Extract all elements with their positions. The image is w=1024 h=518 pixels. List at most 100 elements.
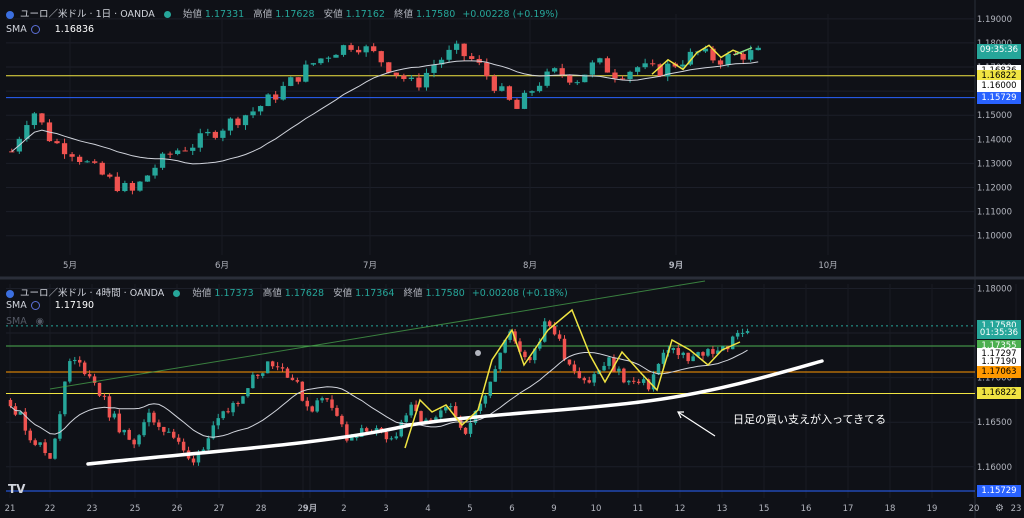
candle-body bbox=[137, 435, 141, 445]
indicator-icon bbox=[30, 25, 40, 34]
candle-body bbox=[61, 143, 68, 155]
candle-body bbox=[371, 46, 377, 52]
candle-body bbox=[740, 53, 746, 60]
candle-body bbox=[386, 62, 392, 73]
candle-body bbox=[235, 118, 241, 126]
candle-body bbox=[622, 368, 626, 383]
candle-body bbox=[97, 382, 102, 396]
candle-body bbox=[31, 113, 38, 126]
candle-body bbox=[77, 359, 82, 363]
candle-body bbox=[559, 68, 565, 76]
candle-body bbox=[290, 377, 295, 381]
candle-body bbox=[364, 428, 369, 432]
settings-gear-icon[interactable]: ⚙ bbox=[995, 503, 1004, 514]
x-tick-label: 16 bbox=[801, 504, 812, 514]
x-tick-label: 28 bbox=[256, 504, 267, 514]
x-tick-label: 2 bbox=[341, 504, 346, 514]
candle-body bbox=[686, 352, 690, 362]
x-tick-label: 26 bbox=[172, 504, 183, 514]
close-label: 終値 bbox=[403, 288, 423, 299]
y-tick-label: 1.15000 bbox=[977, 111, 1012, 121]
candle-body bbox=[261, 373, 265, 376]
candle-body bbox=[182, 150, 188, 152]
candle-body bbox=[43, 442, 47, 454]
high-value: 1.17628 bbox=[284, 288, 325, 299]
bottom-sma-legend[interactable]: SMA 1.17190 bbox=[6, 300, 94, 311]
x-tick-label: 4 bbox=[425, 504, 430, 514]
candle-body bbox=[691, 356, 695, 362]
y-tick-label: 1.10000 bbox=[977, 232, 1012, 242]
candle-body bbox=[191, 458, 196, 463]
candle-body bbox=[340, 45, 347, 55]
candle-body bbox=[634, 67, 641, 72]
candle-body bbox=[330, 399, 334, 408]
y-tick-label: 1.18000 bbox=[977, 284, 1012, 294]
indicator-icon bbox=[30, 301, 40, 310]
candle-body bbox=[335, 407, 339, 416]
candle-body bbox=[176, 437, 181, 442]
candle-body bbox=[582, 378, 587, 381]
x-tick-label: 11 bbox=[633, 504, 644, 514]
candle-body bbox=[152, 167, 158, 176]
candle-body bbox=[159, 153, 166, 168]
candle-body bbox=[544, 71, 550, 86]
candle-body bbox=[641, 379, 646, 383]
x-tick-label: 25 bbox=[130, 504, 141, 514]
candle-body bbox=[748, 50, 754, 60]
eye-hidden-icon[interactable]: ◉ bbox=[36, 316, 44, 327]
candle-body bbox=[99, 162, 105, 175]
candle-body bbox=[701, 352, 705, 356]
candle-body bbox=[318, 58, 324, 64]
candle-body bbox=[642, 63, 648, 68]
candle-body bbox=[572, 364, 577, 372]
candle-body bbox=[197, 133, 203, 148]
candle-body bbox=[58, 414, 62, 439]
candle-body bbox=[431, 64, 437, 73]
close-value: 1.17580 bbox=[425, 288, 465, 299]
chart-canvas[interactable]: 1.190001.180001.170001.160001.150001.140… bbox=[0, 0, 1024, 518]
sma2-label: SMA bbox=[6, 316, 27, 327]
candle-body bbox=[355, 49, 362, 53]
chart-screen: 1.190001.180001.170001.160001.150001.140… bbox=[0, 0, 1024, 518]
x-tick-label: 13 bbox=[717, 504, 728, 514]
candle-body bbox=[340, 415, 344, 425]
candle-body bbox=[350, 437, 354, 441]
candle-body bbox=[167, 153, 173, 155]
candle-body bbox=[122, 429, 126, 433]
candle-body bbox=[227, 118, 234, 131]
candle-body bbox=[461, 43, 467, 57]
bottom-symbol[interactable]: ユーロ／米ドル · 4時間 · OANDA bbox=[20, 288, 164, 299]
candle-body bbox=[114, 176, 120, 192]
candle-body bbox=[389, 438, 394, 440]
candle-body bbox=[636, 381, 641, 383]
candle-body bbox=[542, 321, 547, 342]
candle-body bbox=[453, 43, 460, 50]
candle-body bbox=[725, 53, 731, 65]
candle-body bbox=[295, 380, 300, 382]
top-symbol[interactable]: ユーロ／米ドル · 1日 · OANDA bbox=[20, 9, 155, 20]
candle-body bbox=[73, 359, 77, 362]
candle-body bbox=[597, 58, 603, 63]
sma-value: 1.17190 bbox=[54, 300, 95, 311]
bottom-sma2-legend[interactable]: SMA ◉ bbox=[6, 316, 44, 327]
change-value: +0.00228 (+0.19%) bbox=[462, 9, 559, 20]
candle-body bbox=[745, 331, 750, 333]
x-tick-label: 10月 bbox=[818, 261, 837, 271]
candle-body bbox=[552, 68, 558, 72]
y-tick-label: 1.19000 bbox=[977, 15, 1012, 25]
candle-body bbox=[393, 72, 399, 76]
low-value: 1.17162 bbox=[345, 9, 385, 20]
candle-body bbox=[157, 422, 161, 427]
high-label: 高値 bbox=[253, 9, 273, 20]
candle-body bbox=[303, 64, 309, 82]
x-tick-label: 12 bbox=[675, 504, 686, 514]
candle-body bbox=[107, 396, 112, 418]
candle-body bbox=[256, 374, 260, 376]
candle-body bbox=[102, 395, 107, 397]
x-tick-label: 3 bbox=[383, 504, 388, 514]
candle-body bbox=[577, 371, 582, 379]
candle-body bbox=[107, 174, 113, 177]
top-sma-legend[interactable]: SMA 1.16836 bbox=[6, 24, 94, 35]
candle-body bbox=[144, 175, 151, 182]
candle-body bbox=[112, 413, 117, 418]
